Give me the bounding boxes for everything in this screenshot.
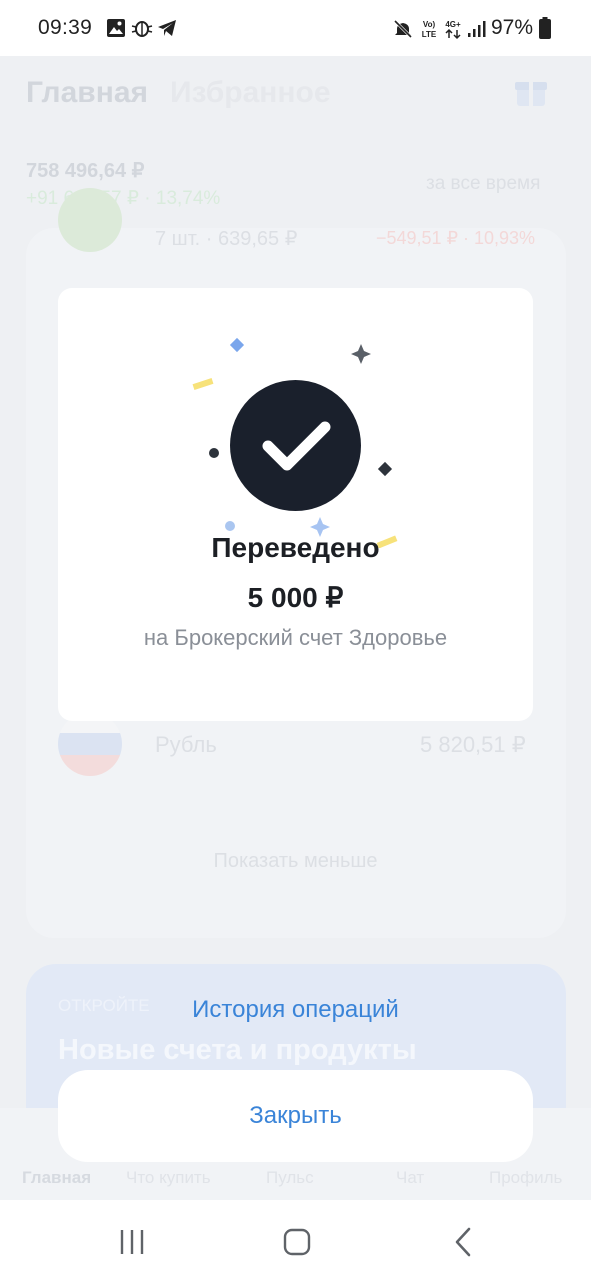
bg-currency-value: 5 820,51 ₽ [420,732,526,757]
mute-icon [393,19,413,39]
recent-apps-icon[interactable] [108,1220,156,1264]
bg-tab-chat: Чат [396,1168,425,1187]
svg-text:LTE: LTE [422,30,437,39]
bg-currency-name: Рубль [155,732,217,757]
status-time: 09:39 [38,16,93,39]
bg-portfolio-change: +91 661,57 ₽ · 13,74% [26,188,221,209]
bg-promo-title: Новые счета и продукты [58,1034,417,1066]
operations-history-link[interactable]: История операций [0,996,591,1024]
transfer-destination: на Брокерский счет Здоровье [143,625,448,650]
bg-tab-home: Главная [22,1168,92,1187]
transfer-amount: 5 000 ₽ [247,582,344,613]
bug-icon [131,21,153,37]
bg-portfolio-value: 758 496,64 ₽ [26,160,145,182]
signal-icon [468,21,486,37]
modal-title: Переведено [211,532,380,563]
bg-ruble-flag [58,712,122,776]
bg-asset-logo [58,188,122,252]
bg-tab-what-to-buy: Что купить [126,1168,211,1187]
bg-tab-pulse: Пульс [266,1168,314,1187]
success-modal: Переведено 5 000 ₽ на Брокерский счет Зд… [58,288,533,721]
bg-asset-qty: 7 шт. · 639,65 ₽ [155,228,298,250]
network-4g-icon: 4G+ [445,20,461,40]
close-button[interactable]: Закрыть [58,1070,533,1162]
bg-period: за все время [426,173,541,194]
bg-show-less: Показать меньше [213,850,378,872]
gift-icon [515,82,547,106]
battery-icon [539,17,551,39]
back-icon[interactable] [440,1220,488,1264]
battery-percent: 97% [491,16,534,39]
volte-icon: Vo) LTE [422,20,437,39]
system-nav-bar [0,1200,591,1280]
bg-tab-profile: Профиль [489,1168,563,1187]
gallery-icon [107,19,125,37]
home-icon[interactable] [273,1220,321,1264]
bg-asset-change: −549,51 ₽ · 10,93% [376,228,536,248]
bg-tab-favorites: Избранное [170,76,331,109]
screen: 09:39 Vo) LTE 4G+ 97% Главная Избранное … [0,0,591,1280]
success-check-icon [230,380,361,511]
svg-text:4G+: 4G+ [445,20,461,29]
bg-tab-main: Главная [26,76,149,109]
telegram-icon [158,20,176,36]
status-bar: 09:39 Vo) LTE 4G+ 97% [0,0,591,56]
svg-text:Vo): Vo) [423,20,436,29]
